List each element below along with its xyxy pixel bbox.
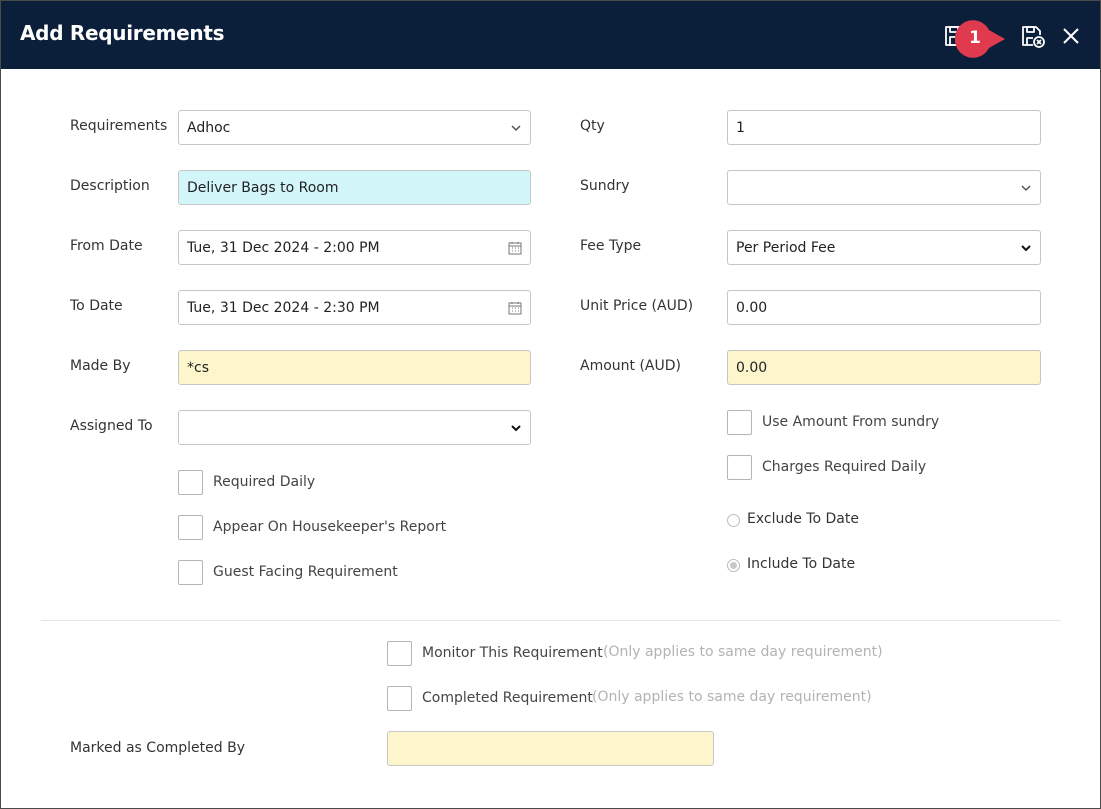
assigned-to-label: Assigned To xyxy=(70,418,153,434)
title-bar: Add Requirements 1 xyxy=(1,1,1100,69)
requirements-label: Requirements xyxy=(70,118,168,134)
made-by-value: *cs xyxy=(187,359,209,376)
marked-completed-by-label: Marked as Completed By xyxy=(70,740,245,756)
chevron-down-icon xyxy=(1021,184,1031,191)
required-daily-label: Required Daily xyxy=(213,474,316,490)
description-input[interactable]: Deliver Bags to Room xyxy=(178,170,531,205)
save-close-icon[interactable] xyxy=(1020,23,1046,49)
qty-input[interactable]: 1 xyxy=(727,110,1041,145)
chevron-down-icon xyxy=(511,424,521,431)
unit-price-input[interactable]: 0.00 xyxy=(727,290,1041,325)
from-date-value: Tue, 31 Dec 2024 - 2:00 PM xyxy=(187,239,380,256)
made-by-input[interactable]: *cs xyxy=(178,350,531,385)
sundry-label: Sundry xyxy=(580,178,630,194)
to-date-label: To Date xyxy=(70,298,123,314)
description-value: Deliver Bags to Room xyxy=(187,179,339,196)
close-icon[interactable] xyxy=(1058,23,1084,49)
fee-type-value: Per Period Fee xyxy=(736,239,836,256)
include-to-date-label: Include To Date xyxy=(747,556,856,572)
unit-price-label: Unit Price (AUD) xyxy=(580,298,694,314)
completed-requirement-checkbox[interactable] xyxy=(387,686,412,711)
requirements-value: Adhoc xyxy=(187,119,231,136)
exclude-to-date-label: Exclude To Date xyxy=(747,511,859,527)
to-date-value: Tue, 31 Dec 2024 - 2:30 PM xyxy=(187,299,380,316)
charges-required-daily-checkbox[interactable] xyxy=(727,455,752,480)
exclude-to-date-radio[interactable] xyxy=(727,514,740,527)
monitor-requirement-label: Monitor This Requirement xyxy=(422,645,603,661)
made-by-label: Made By xyxy=(70,358,131,374)
fee-type-select[interactable]: Per Period Fee xyxy=(727,230,1041,265)
callout-number: 1 xyxy=(969,28,981,48)
add-requirements-dialog: Add Requirements 1 Requirements Adhoc De… xyxy=(0,0,1101,809)
assigned-to-select[interactable] xyxy=(178,410,531,445)
charges-required-daily-label: Charges Required Daily xyxy=(762,459,927,475)
amount-label: Amount (AUD) xyxy=(580,358,681,374)
amount-value: 0.00 xyxy=(736,359,768,376)
completed-requirement-note: (Only applies to same day requirement) xyxy=(592,689,872,705)
use-amount-from-sundry-label: Use Amount From sundry xyxy=(762,414,940,430)
description-label: Description xyxy=(70,178,150,194)
guest-facing-checkbox[interactable] xyxy=(178,560,203,585)
sundry-select[interactable] xyxy=(727,170,1041,205)
monitor-requirement-note: (Only applies to same day requirement) xyxy=(603,644,883,660)
completed-requirement-label: Completed Requirement xyxy=(422,690,593,706)
marked-completed-by-input[interactable] xyxy=(387,731,714,766)
include-to-date-radio[interactable] xyxy=(727,559,740,572)
use-amount-from-sundry-checkbox[interactable] xyxy=(727,410,752,435)
required-daily-checkbox[interactable] xyxy=(178,470,203,495)
from-date-picker[interactable]: Tue, 31 Dec 2024 - 2:00 PM xyxy=(178,230,531,265)
section-divider xyxy=(41,620,1061,621)
from-date-label: From Date xyxy=(70,238,143,254)
unit-price-value: 0.00 xyxy=(736,299,768,316)
qty-value: 1 xyxy=(736,119,745,136)
housekeeper-report-checkbox[interactable] xyxy=(178,515,203,540)
housekeeper-report-label: Appear On Housekeeper's Report xyxy=(213,519,447,535)
amount-input[interactable]: 0.00 xyxy=(727,350,1041,385)
fee-type-label: Fee Type xyxy=(580,238,642,254)
monitor-requirement-checkbox[interactable] xyxy=(387,641,412,666)
calendar-icon[interactable] xyxy=(508,241,522,255)
qty-label: Qty xyxy=(580,118,605,134)
chevron-down-icon xyxy=(1021,244,1031,251)
chevron-down-icon xyxy=(511,124,521,131)
dialog-title: Add Requirements xyxy=(20,21,225,45)
calendar-icon[interactable] xyxy=(508,301,522,315)
to-date-picker[interactable]: Tue, 31 Dec 2024 - 2:30 PM xyxy=(178,290,531,325)
requirements-select[interactable]: Adhoc xyxy=(178,110,531,145)
step-callout: 1 xyxy=(951,19,1011,59)
guest-facing-label: Guest Facing Requirement xyxy=(213,564,398,580)
